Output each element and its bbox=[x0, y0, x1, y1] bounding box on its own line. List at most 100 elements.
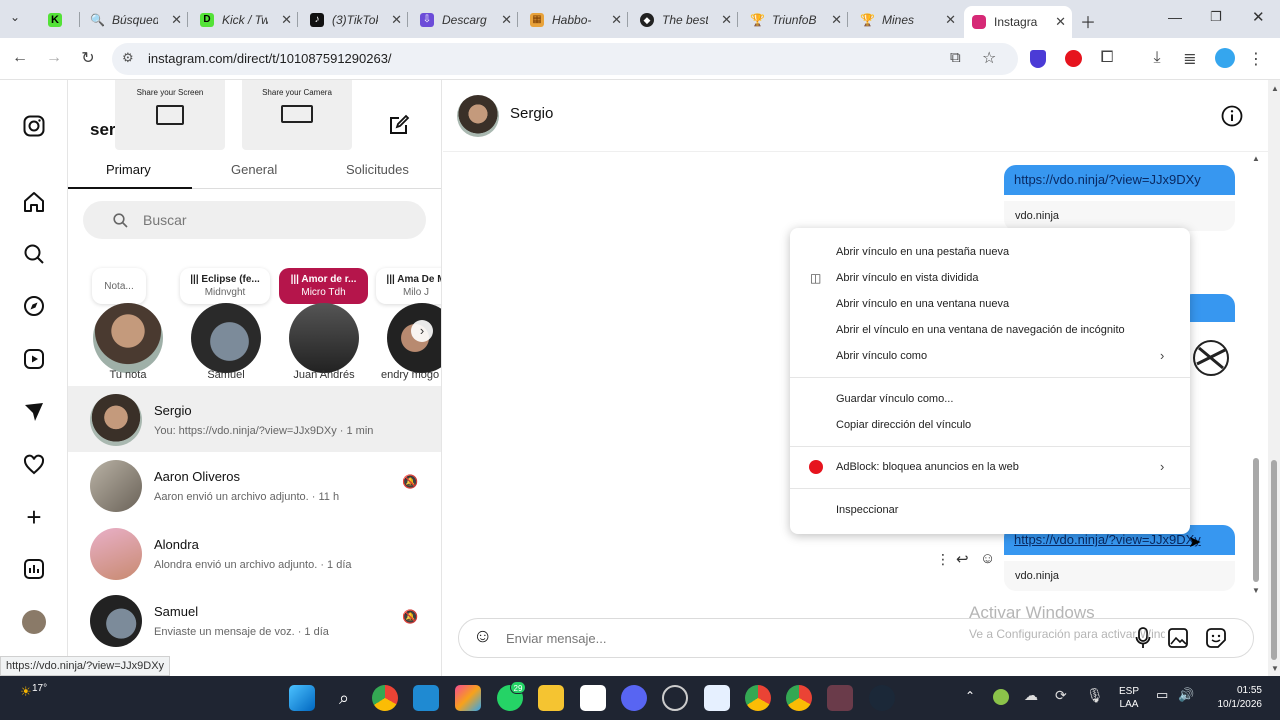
chrome-icon[interactable] bbox=[745, 685, 771, 711]
instagram-logo-icon[interactable] bbox=[20, 112, 48, 140]
close-icon[interactable]: ✕ bbox=[1055, 14, 1066, 30]
chrome-active-icon[interactable] bbox=[786, 685, 812, 711]
steam-icon[interactable] bbox=[869, 685, 895, 711]
search-icon[interactable] bbox=[20, 240, 48, 268]
menu-item-open-new-tab[interactable]: Abrir vínculo en una pestaña nueva bbox=[836, 246, 1009, 258]
capcut-icon[interactable] bbox=[580, 685, 606, 711]
reload-icon[interactable]: ↻ bbox=[76, 48, 100, 68]
tab-general[interactable]: General bbox=[231, 162, 277, 177]
tab-kick[interactable]: K bbox=[40, 6, 80, 33]
close-icon[interactable]: ✕ bbox=[611, 12, 622, 28]
copilot-icon[interactable] bbox=[455, 685, 481, 711]
conversation-row[interactable]: Sergio You: https://vdo.ninja/?view=JJx9… bbox=[68, 386, 441, 452]
file-explorer-icon[interactable] bbox=[538, 685, 564, 711]
microphone-tray-icon[interactable]: 🎙 bbox=[1086, 687, 1104, 704]
url-text[interactable]: instagram.com/direct/t/101087591290263/ bbox=[148, 51, 392, 66]
conversation-row[interactable]: Aaron Oliveros Aaron envió un archivo ad… bbox=[68, 452, 441, 518]
tab-descargas[interactable]: ⇩ Descarg ✕ bbox=[412, 6, 518, 33]
conversation-row[interactable]: Alondra Alondra envió un archivo adjunto… bbox=[68, 520, 441, 586]
site-info-icon[interactable]: ⚙ bbox=[122, 50, 134, 66]
minimize-icon[interactable]: — bbox=[1168, 9, 1182, 25]
story-avatar[interactable] bbox=[289, 303, 359, 373]
media-control-icon[interactable]: ≣ bbox=[1178, 49, 1202, 69]
page-scrollbar[interactable]: ▲ ▼ bbox=[1268, 80, 1280, 676]
messages-paper-plane-icon[interactable] bbox=[20, 398, 48, 426]
note-bubble[interactable]: ||| Amor de r... Micro Tdh bbox=[279, 268, 368, 304]
home-icon[interactable] bbox=[20, 188, 48, 216]
search-input[interactable]: Buscar bbox=[83, 201, 426, 239]
info-icon[interactable] bbox=[1221, 105, 1243, 132]
cloud-icon[interactable]: ☁ bbox=[1024, 687, 1038, 704]
menu-item-copy-link[interactable]: Copiar dirección del vínculo bbox=[836, 419, 971, 431]
link-preview[interactable]: vdo.ninja bbox=[1004, 561, 1235, 591]
profile-avatar[interactable] bbox=[22, 610, 46, 634]
address-bar[interactable]: ⚙ instagram.com/direct/t/101087591290263… bbox=[112, 43, 1018, 75]
weather-icon[interactable]: ☀ bbox=[20, 684, 32, 700]
menu-item-open-incognito[interactable]: Abrir el vínculo en una ventana de naveg… bbox=[836, 324, 1125, 336]
tab-primary[interactable]: Primary bbox=[106, 162, 151, 177]
app-icon[interactable] bbox=[662, 685, 688, 711]
language-indicator[interactable]: ESP LAA bbox=[1119, 685, 1139, 711]
message-link-text[interactable]: https://vdo.ninja/?view=JJx9DXy bbox=[1014, 532, 1201, 547]
explore-compass-icon[interactable] bbox=[20, 292, 48, 320]
conversation-row[interactable]: Samuel Enviaste un mensaje de voz. · 1 d… bbox=[68, 587, 441, 653]
close-icon[interactable]: ✕ bbox=[721, 12, 732, 28]
network-icon[interactable]: ▭ bbox=[1156, 687, 1168, 703]
story-avatar[interactable] bbox=[191, 303, 261, 373]
menu-item-save-link[interactable]: Guardar vínculo como... bbox=[836, 393, 953, 405]
message-link-text[interactable]: https://vdo.ninja/?view=JJx9DXy bbox=[1014, 172, 1201, 187]
forward-arrow-icon[interactable]: → bbox=[42, 49, 66, 67]
windows-start-icon[interactable] bbox=[289, 685, 315, 711]
new-message-edit-icon[interactable] bbox=[388, 114, 410, 141]
clock[interactable]: 01:55 10/1/2026 bbox=[1208, 684, 1263, 712]
contact-avatar[interactable] bbox=[457, 95, 499, 137]
tab-instagram[interactable]: Instagra ✕ bbox=[964, 6, 1072, 38]
reels-icon[interactable] bbox=[20, 345, 48, 373]
create-plus-icon[interactable]: + bbox=[20, 502, 48, 532]
sync-icon[interactable]: ⟳ bbox=[1055, 687, 1067, 704]
menu-item-open-split-view[interactable]: Abrir vínculo en vista dividida bbox=[836, 272, 978, 284]
weather-temp[interactable]: 17° bbox=[32, 683, 47, 694]
menu-kebab-icon[interactable]: ⋮ bbox=[1244, 49, 1268, 69]
tab-habbo[interactable]: ▦ Habbo- ✕ bbox=[522, 6, 628, 33]
dashboard-chart-icon[interactable] bbox=[20, 555, 48, 583]
emoji-react-icon[interactable]: ☺ bbox=[980, 550, 995, 567]
tab-requests[interactable]: Solicitudes bbox=[346, 162, 409, 177]
notifications-heart-icon[interactable] bbox=[20, 451, 48, 479]
volume-icon[interactable]: 🔊 bbox=[1178, 687, 1194, 703]
close-icon[interactable]: ✕ bbox=[501, 12, 512, 28]
tab-busqueda[interactable]: 🔍 Búsqued ✕ bbox=[82, 6, 188, 33]
close-icon[interactable]: ✕ bbox=[281, 12, 292, 28]
note-bubble[interactable]: ||| Ama De M Milo J bbox=[376, 268, 441, 304]
scroll-down-icon[interactable]: ▼ bbox=[1271, 664, 1279, 673]
tab-kick-tw[interactable]: D Kick / Tw ✕ bbox=[192, 6, 298, 33]
tab-triunfo[interactable]: 🏆 TriunfoB ✕ bbox=[742, 6, 848, 33]
close-icon[interactable]: ✕ bbox=[391, 12, 402, 28]
chat-scrollbar[interactable]: ▲ ▼ bbox=[1250, 152, 1262, 597]
inbox-username[interactable]: ser bbox=[90, 120, 116, 140]
tab-mines[interactable]: 🏆 Mines ✕ bbox=[852, 6, 962, 33]
note-bubble[interactable]: Nota... bbox=[92, 268, 146, 304]
close-icon[interactable]: ✕ bbox=[831, 12, 842, 28]
image-upload-icon[interactable] bbox=[1167, 627, 1189, 654]
message-link[interactable]: https://vdo.ninja/?view=JJx9DXy bbox=[1004, 165, 1235, 195]
scroll-down-icon[interactable]: ▼ bbox=[1252, 586, 1260, 595]
extensions-puzzle-icon[interactable]: ⧠ bbox=[1095, 49, 1119, 67]
contact-name[interactable]: Sergio bbox=[510, 105, 553, 122]
adblock-extension-icon[interactable] bbox=[1065, 50, 1082, 67]
note-bubble[interactable]: ||| Eclipse (fe... Midnvght bbox=[180, 268, 270, 304]
emoji-picker-icon[interactable]: ☺ bbox=[473, 626, 492, 648]
discord-icon[interactable] bbox=[621, 685, 647, 711]
vscode-icon[interactable] bbox=[413, 685, 439, 711]
share-screen-button[interactable]: Share your Screen bbox=[115, 80, 225, 150]
app-icon[interactable] bbox=[827, 685, 853, 711]
taskbar-search-icon[interactable]: ⌕ bbox=[331, 685, 357, 711]
profile-avatar[interactable] bbox=[1215, 48, 1235, 68]
menu-item-adblock[interactable]: AdBlock: bloquea anuncios en la web bbox=[836, 461, 1019, 473]
menu-item-open-as[interactable]: Abrir vínculo como bbox=[836, 350, 927, 362]
tab-tiktok[interactable]: ♪ (3)TikTok ✕ bbox=[302, 6, 408, 33]
reply-arrow-icon[interactable]: ↩ bbox=[956, 550, 969, 568]
install-app-icon[interactable]: ⧉ bbox=[950, 49, 961, 66]
link-preview[interactable]: vdo.ninja bbox=[1004, 201, 1235, 231]
story-avatar[interactable] bbox=[93, 303, 163, 373]
